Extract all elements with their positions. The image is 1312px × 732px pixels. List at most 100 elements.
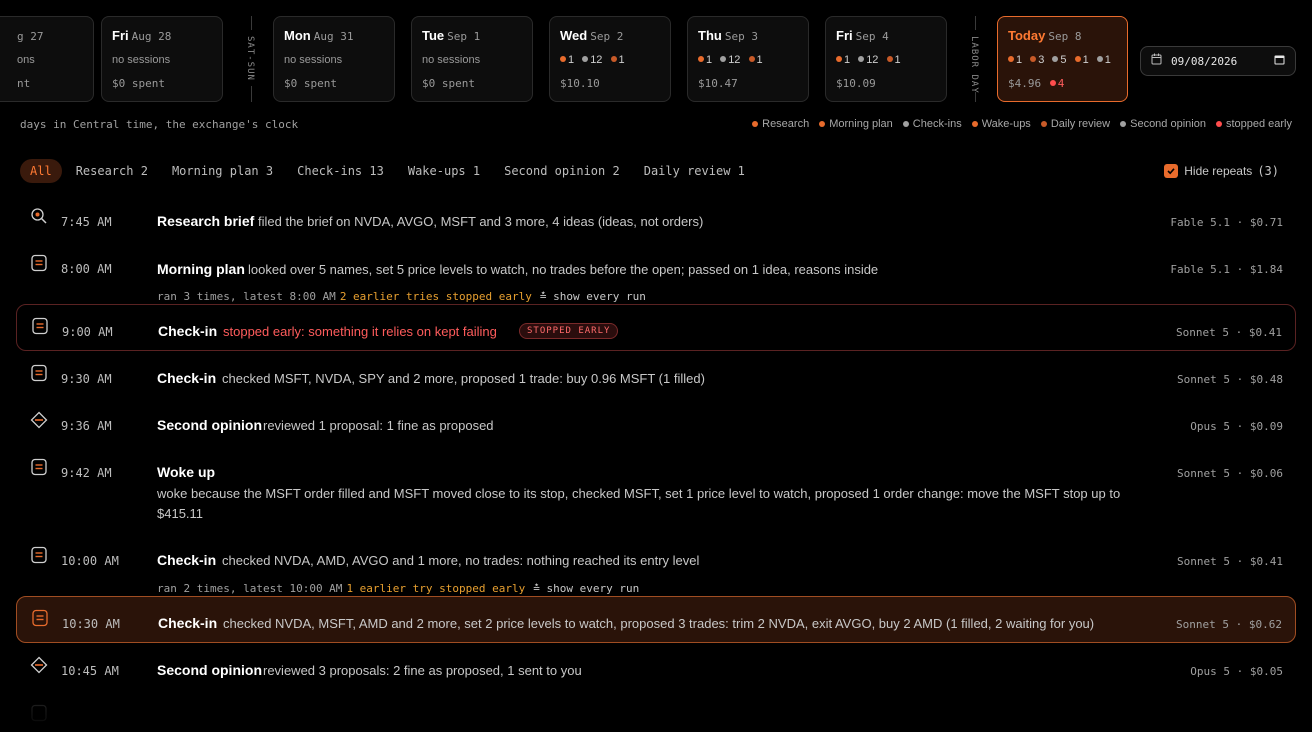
session-row[interactable]: 9:30 AM Check-in checked MSFT, NVDA, SPY…	[16, 362, 1296, 398]
row-description: woke because the MSFT order filled and M…	[157, 486, 1121, 521]
failed-count: 4	[1057, 77, 1065, 90]
row-description: checked NVDA, AMD, AVGO and 1 more, no t…	[222, 553, 700, 568]
row-time: 9:30 AM	[61, 372, 112, 386]
filter-tabs: All Research 2 Morning plan 3 Check-ins …	[20, 159, 759, 183]
legend-morning-plan: Morning plan	[819, 118, 893, 130]
doc-icon	[30, 364, 48, 382]
day-card-sep-3[interactable]: Thu Sep 3 1 12 1 $10.47	[687, 16, 809, 102]
row-model-cost: Opus 5 · $0.05	[1190, 665, 1283, 678]
day-date: Aug 31	[313, 30, 354, 43]
calendar-icon[interactable]	[1274, 52, 1285, 70]
scroll-fade	[0, 690, 1312, 732]
tab-research[interactable]: Research 2	[66, 159, 158, 183]
day-date: Sep 3	[724, 30, 758, 43]
row-description: checked NVDA, MSFT, AMD and 2 more, set …	[223, 616, 1095, 631]
row-model-cost: Sonnet 5 · $0.41	[1176, 326, 1282, 339]
repeat-summary: ran 3 times, latest 8:00 AM 2 earlier tri…	[157, 290, 646, 303]
day-spent: $0 spent	[422, 77, 475, 90]
diamond-icon	[30, 411, 48, 429]
doc-icon	[31, 609, 49, 627]
day-sessions: no sessions	[284, 54, 343, 66]
day-date: Sep 4	[855, 30, 889, 43]
search-icon	[30, 207, 48, 225]
day-strip: g 27 ons nt Fri Aug 28 no sessions $0 spe…	[0, 16, 1312, 102]
row-description: filed the brief on NVDA, AVGO, MSFT and …	[258, 214, 704, 229]
day-counts: 1 12 1	[560, 54, 670, 68]
row-title: Check-in	[158, 323, 218, 339]
show-every-run-link[interactable]: ≛ show every run	[533, 582, 639, 595]
session-row-stopped[interactable]: 9:00 AM Check-in stopped early: somethin…	[16, 304, 1296, 351]
day-spent: $0 spent	[284, 77, 337, 90]
tab-wake-ups[interactable]: Wake-ups 1	[398, 159, 490, 183]
day-date: Sep 8	[1048, 30, 1082, 43]
day-spent: $10.10	[560, 77, 600, 90]
row-time: 10:45 AM	[61, 664, 119, 678]
row-title: Check-in	[158, 615, 218, 631]
session-row[interactable]: 7:45 AM Research brief filed the brief o…	[16, 204, 1296, 240]
hide-repeats-toggle[interactable]: Hide repeats (3)	[1164, 164, 1279, 178]
session-row[interactable]: 10:45 AM Second opinion reviewed 3 propo…	[16, 654, 1296, 690]
repeat-summary: ran 2 times, latest 10:00 AM 1 earlier tr…	[157, 582, 640, 595]
holiday-divider: LABOR DAY	[966, 16, 986, 102]
row-time: 8:00 AM	[61, 262, 112, 276]
day-name: Today	[1008, 28, 1046, 43]
doc-icon	[31, 317, 49, 335]
day-spent: $10.09	[836, 77, 876, 90]
day-card-aug-28[interactable]: Fri Aug 28 no sessions $0 spent	[101, 16, 223, 102]
hide-repeats-count: (3)	[1257, 164, 1279, 178]
checkbox[interactable]	[1164, 164, 1179, 178]
row-time: 7:45 AM	[61, 215, 112, 229]
doc-icon	[30, 254, 48, 272]
day-counts: 1 12 1	[698, 54, 808, 68]
legend-wake-ups: Wake-ups	[971, 118, 1031, 130]
doc-icon	[30, 546, 48, 564]
legend-stopped-early: stopped early	[1215, 118, 1292, 130]
row-model-cost: Sonnet 5 · $0.06	[1177, 467, 1283, 480]
session-row-selected[interactable]: 10:30 AM Check-in checked NVDA, MSFT, AM…	[16, 596, 1296, 643]
calendar-search-icon	[1151, 52, 1163, 70]
day-sessions: ons	[17, 54, 35, 66]
day-name: Tue	[422, 28, 445, 43]
row-model-cost: Sonnet 5 · $0.62	[1176, 618, 1282, 631]
session-row[interactable]: 9:36 AM Second opinion reviewed 1 propos…	[16, 409, 1296, 445]
day-card-aug-27[interactable]: g 27 ons nt	[0, 16, 94, 102]
day-card-today[interactable]: Today Sep 8 1 3 5 1 1 $4.96 4	[997, 16, 1128, 102]
show-every-run-link[interactable]: ≛ show every run	[540, 290, 646, 303]
legend-daily-review: Daily review	[1040, 118, 1110, 130]
hide-repeats-label: Hide repeats	[1184, 164, 1253, 178]
session-row[interactable]: 9:42 AM Woke up woke because the MSFT or…	[16, 456, 1296, 528]
date-value[interactable]: 09/08/2026	[1171, 55, 1274, 68]
day-counts: 1 12 1	[836, 54, 946, 68]
row-title: Check-in	[157, 552, 217, 568]
day-name: Mon	[284, 28, 311, 43]
session-row[interactable]: 10:00 AM Check-in checked NVDA, AMD, AVG…	[16, 544, 1296, 584]
row-model-cost: Sonnet 5 · $0.41	[1177, 555, 1283, 568]
day-name: Fri	[836, 28, 853, 43]
row-model-cost: Fable 5.1 · $1.84	[1170, 263, 1283, 276]
tab-all[interactable]: All	[20, 159, 62, 183]
earlier-tries-warning: 2 earlier tries stopped early	[339, 290, 532, 303]
tab-second-opinion[interactable]: Second opinion 2	[494, 159, 630, 183]
row-title: Morning plan	[157, 261, 245, 277]
day-name: Wed	[560, 28, 588, 43]
day-spent: nt	[17, 77, 31, 90]
tab-daily-review[interactable]: Daily review 1	[634, 159, 755, 183]
day-date: Sep 1	[447, 30, 481, 43]
legend-check-ins: Check-ins	[902, 118, 962, 130]
row-description: checked MSFT, NVDA, SPY and 2 more, prop…	[222, 371, 705, 386]
day-card-sep-4[interactable]: Fri Sep 4 1 12 1 $10.09	[825, 16, 947, 102]
day-card-sep-1[interactable]: Tue Sep 1 no sessions $0 spent	[411, 16, 533, 102]
day-card-sep-2[interactable]: Wed Sep 2 1 12 1 $10.10	[549, 16, 671, 102]
tab-check-ins[interactable]: Check-ins 13	[287, 159, 394, 183]
date-picker[interactable]: 09/08/2026	[1140, 46, 1296, 76]
legend-research: Research	[752, 118, 809, 130]
row-title: Woke up	[157, 464, 216, 480]
tab-morning-plan[interactable]: Morning plan 3	[162, 159, 283, 183]
row-time: 10:30 AM	[62, 617, 120, 631]
diamond-icon	[30, 656, 48, 674]
row-time: 9:36 AM	[61, 419, 112, 433]
day-card-aug-31[interactable]: Mon Aug 31 no sessions $0 spent	[273, 16, 395, 102]
row-description: looked over 5 names, set 5 price levels …	[248, 262, 879, 277]
day-sessions: no sessions	[112, 54, 171, 66]
row-description: reviewed 3 proposals: 2 fine as proposed…	[263, 663, 582, 678]
